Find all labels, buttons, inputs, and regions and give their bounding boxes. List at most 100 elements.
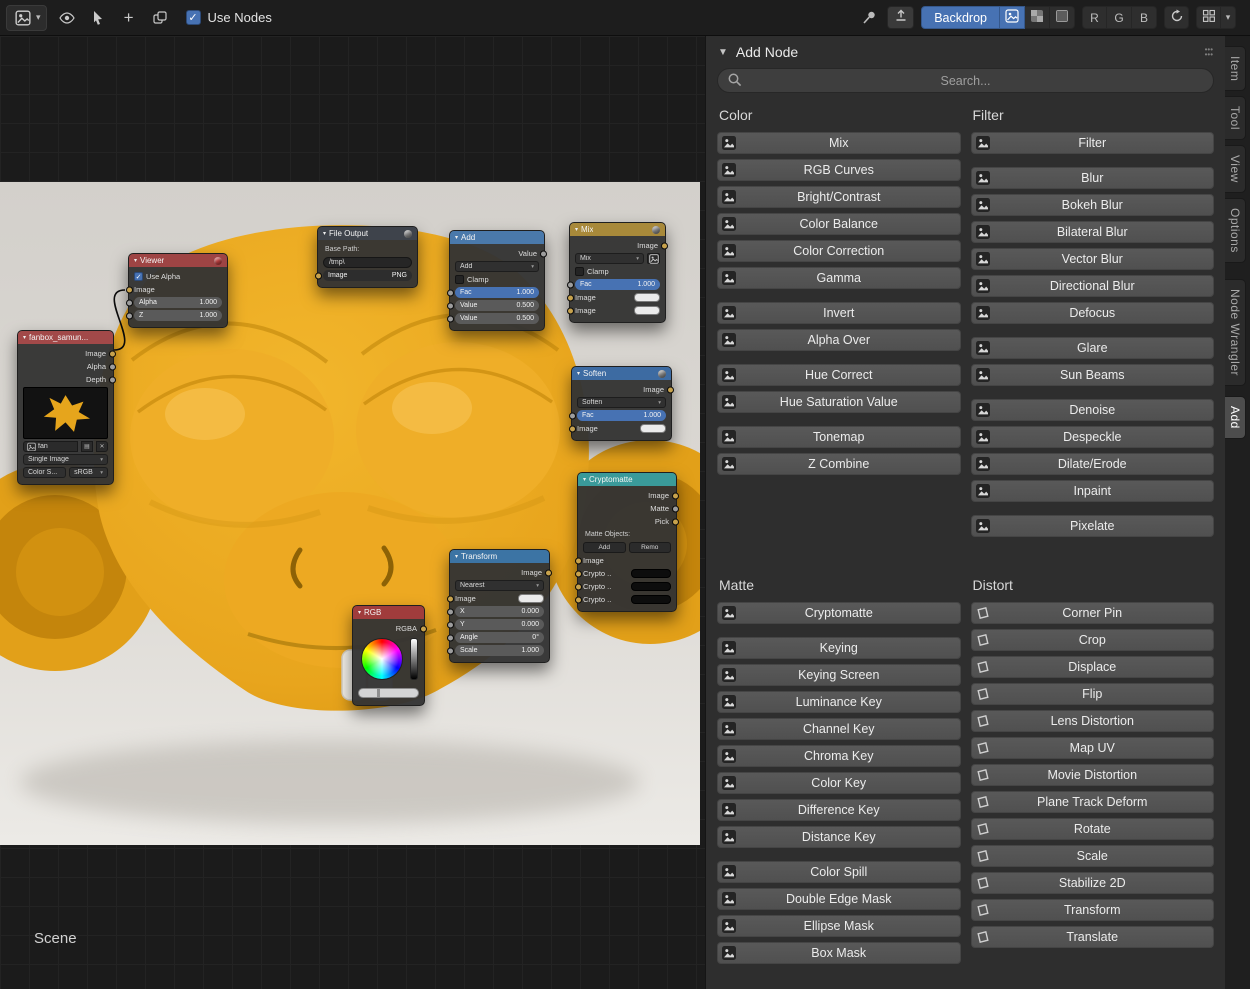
field-alpha[interactable]: Alpha 1.000 [134,297,222,308]
output-socket[interactable] [667,386,674,393]
add-node-item-bokeh-blur[interactable]: Bokeh Blur [970,194,1214,216]
node-transform[interactable]: ▾ Transform Image Nearest ▾ Image X 0.000 Y 0.000… [447,549,552,663]
add-node-item-luminance-key[interactable]: Luminance Key [717,691,961,713]
button-remo[interactable]: Remo [628,542,671,553]
dropdown-add[interactable]: Add ▾ [455,261,539,272]
node-header[interactable]: ▾ RGB [353,606,424,619]
sidebar-tab-view[interactable]: View [1225,145,1246,194]
add-node-item-map-uv[interactable]: Map UV [970,737,1214,759]
add-node-item-bilateral-blur[interactable]: Bilateral Blur [970,221,1214,243]
input-socket[interactable] [567,281,574,288]
collapse-icon[interactable]: ▾ [583,476,586,483]
image-toggle-button[interactable] [647,253,660,264]
slider-fac[interactable]: Fac 1.000 [577,410,666,421]
image-name-field[interactable]: fan [23,441,78,452]
crypto-layer-field[interactable] [631,582,671,591]
channel-b-button[interactable]: B [1132,6,1157,29]
add-node-item-displace[interactable]: Displace [970,656,1214,678]
dropdown-soften[interactable]: Soften ▾ [577,397,666,408]
add-node-item-directional-blur[interactable]: Directional Blur [970,275,1214,297]
drag-dots-icon[interactable]: ••• ••• [1205,46,1213,59]
checkbox-clamp[interactable] [575,267,584,276]
node-editor-canvas[interactable]: ▾ Viewer ✓ Use Alpha Image Alpha 1.000 Z 1.000 ▾ f… [0,36,705,989]
add-node-item-mix[interactable]: Mix [717,132,961,154]
add-node-item-keying[interactable]: Keying [717,637,961,659]
use-nodes-toggle[interactable]: ✓ Use Nodes [185,10,272,25]
add-node-item-invert[interactable]: Invert [717,302,961,324]
add-node-item-blur[interactable]: Blur [970,167,1214,189]
add-node-item-chroma-key[interactable]: Chroma Key [717,745,961,767]
input-socket[interactable] [567,307,574,314]
node-header[interactable]: ▾ fanbox_samun... [18,331,113,344]
add-node-item-distance-key[interactable]: Distance Key [717,826,961,848]
browse-button[interactable]: ▤ [81,441,93,452]
color-swatch[interactable] [634,306,660,315]
add-node-item-rotate[interactable]: Rotate [970,818,1214,840]
add-node-item-stabilize-2d[interactable]: Stabilize 2D [970,872,1214,894]
snap-icon-button[interactable] [1196,6,1221,29]
add-node-item-transform[interactable]: Transform [970,899,1214,921]
add-node-item-rgb-curves[interactable]: RGB Curves [717,159,961,181]
dropdown-single-image[interactable]: Single Image ▾ [23,454,108,465]
channel-r-button[interactable]: R [1082,6,1107,29]
add-node-item-keying-screen[interactable]: Keying Screen [717,664,961,686]
add-node-item-cryptomatte[interactable]: Cryptomatte [717,602,961,624]
output-socket[interactable] [109,376,116,383]
input-socket[interactable] [575,583,582,590]
crypto-layer-field[interactable] [631,595,671,604]
dropdown-nearest[interactable]: Nearest ▾ [455,580,544,591]
add-icon[interactable]: + [118,7,140,29]
field-z[interactable]: Z 1.000 [134,310,222,321]
checkbox-use-alpha[interactable]: ✓ [134,272,143,281]
add-node-item-inpaint[interactable]: Inpaint [970,480,1214,502]
search-input[interactable] [717,68,1214,93]
add-node-item-color-spill[interactable]: Color Spill [717,861,961,883]
input-socket[interactable] [569,412,576,419]
unlink-button[interactable]: ✕ [96,441,108,452]
add-node-item-color-correction[interactable]: Color Correction [717,240,961,262]
add-node-item-sun-beams[interactable]: Sun Beams [970,364,1214,386]
color-swatch[interactable] [640,424,666,433]
value-slider[interactable] [410,638,418,680]
dropdown-mix[interactable]: Mix ▾ [575,253,644,264]
add-node-item-dilate-erode[interactable]: Dilate/Erode [970,453,1214,475]
input-socket[interactable] [575,596,582,603]
field-image[interactable]: Image PNG [323,270,412,281]
colorspace-dropdown[interactable]: sRGB ▾ [69,467,108,478]
add-node-item-glare[interactable]: Glare [970,337,1214,359]
add-node-item-channel-key[interactable]: Channel Key [717,718,961,740]
value-slider-horizontal[interactable] [358,687,419,698]
input-socket[interactable] [447,315,454,322]
node-rgb[interactable]: ▾ RGB RGBA [352,605,427,706]
node-add[interactable]: ▾ Add Value Add ▾ Clamp Fac 1.000 Value 0.500 Valu… [447,230,547,331]
editor-type-dropdown[interactable]: ▾ [6,4,47,31]
backdrop-color-toggle[interactable] [1000,6,1025,29]
add-node-item-color-balance[interactable]: Color Balance [717,213,961,235]
node-header[interactable]: ▾ Add [450,231,544,244]
input-socket[interactable] [447,595,454,602]
backdrop-color-alpha-toggle[interactable] [1025,6,1050,29]
path-field[interactable]: /tmp\ [323,257,412,268]
input-socket[interactable] [315,272,322,279]
collapse-icon[interactable]: ▾ [577,370,580,377]
add-node-item-scale[interactable]: Scale [970,845,1214,867]
input-socket[interactable] [447,621,454,628]
node-header[interactable]: ▾ Cryptomatte [578,473,676,486]
output-socket[interactable] [661,242,668,249]
slider-fac[interactable]: Fac 1.000 [455,287,539,298]
collapse-icon[interactable]: ▾ [358,609,361,616]
node-header[interactable]: ▾ File Output [318,227,417,240]
field-angle[interactable]: Angle 0° [455,632,544,643]
collapse-icon[interactable]: ▾ [575,226,578,233]
add-node-item-box-mask[interactable]: Box Mask [717,942,961,964]
add-node-item-color-key[interactable]: Color Key [717,772,961,794]
output-socket[interactable] [672,492,679,499]
node-header[interactable]: ▾ Soften [572,367,671,380]
cursor-icon[interactable] [87,7,109,29]
add-node-item-gamma[interactable]: Gamma [717,267,961,289]
input-socket[interactable] [575,557,582,564]
refresh-backdrop-button[interactable] [1164,6,1189,29]
add-node-item-alpha-over[interactable]: Alpha Over [717,329,961,351]
output-socket[interactable] [545,569,552,576]
output-socket[interactable] [672,505,679,512]
